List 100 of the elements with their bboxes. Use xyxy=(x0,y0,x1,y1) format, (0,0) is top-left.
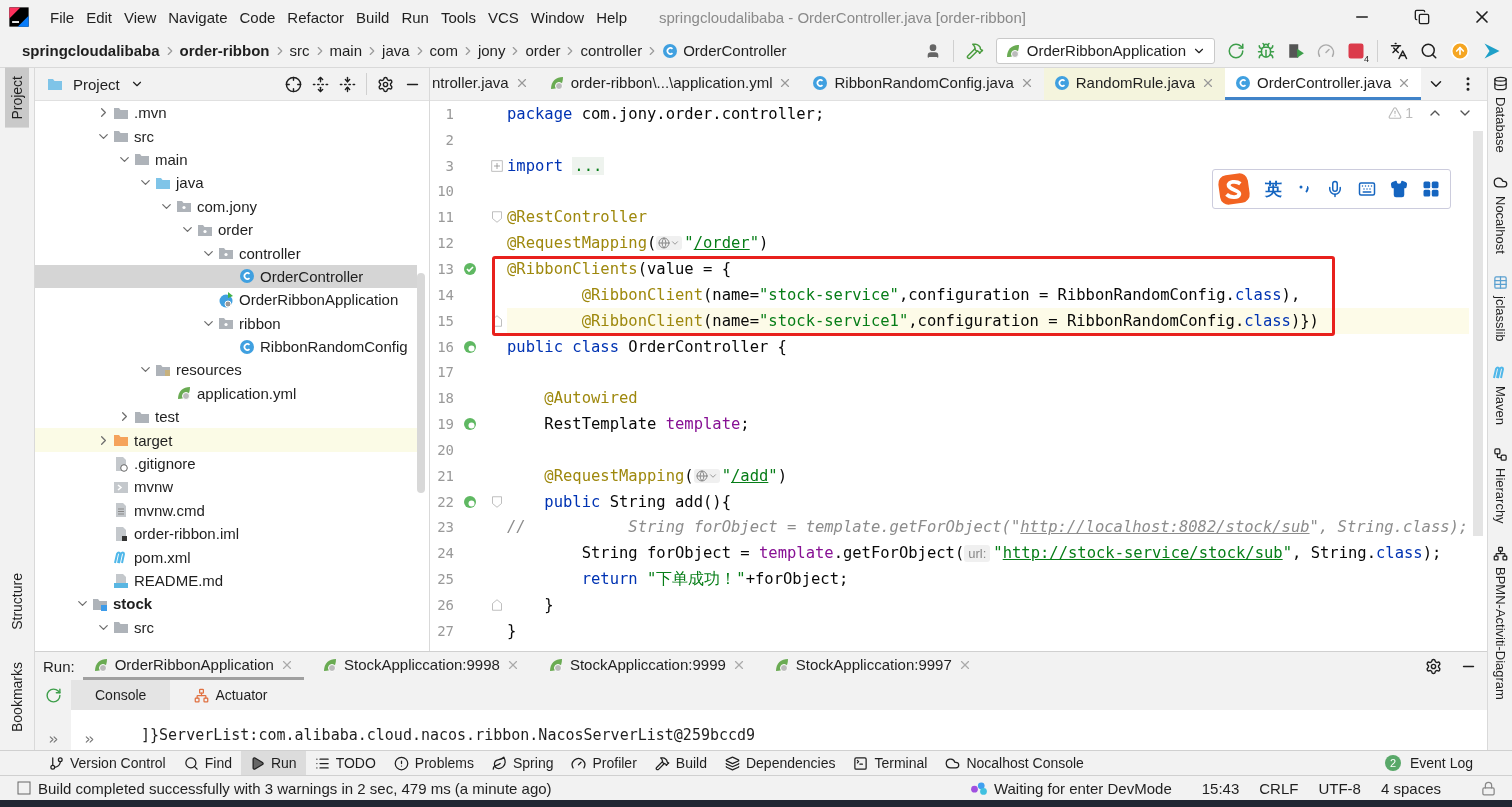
rerun-icon[interactable] xyxy=(44,686,62,704)
breadcrumb[interactable]: springcloudalibaba xyxy=(22,42,160,59)
tool-window-tab[interactable]: Nocalhost xyxy=(1492,170,1508,258)
tree-item[interactable]: controller xyxy=(35,241,417,265)
editor-tab[interactable]: RibbonRandomConfig.java xyxy=(802,68,1044,100)
tool-window-button[interactable]: Build xyxy=(645,751,716,775)
tree-item[interactable]: main xyxy=(35,147,417,172)
tool-window-button[interactable]: Event Log xyxy=(1400,751,1482,775)
tool-window-tab[interactable]: Bookmarks xyxy=(5,653,29,740)
restore-icon[interactable] xyxy=(1414,9,1430,25)
tool-window-tab[interactable]: Database xyxy=(1492,72,1508,157)
collapse-all-icon[interactable] xyxy=(339,75,356,93)
breadcrumb[interactable]: jony xyxy=(477,42,506,59)
tree-item[interactable]: ribbon xyxy=(35,311,417,335)
tree-item[interactable]: pom.xml xyxy=(35,545,417,569)
run-tab[interactable]: StockAppliccation:9999 xyxy=(537,652,756,680)
menu-item[interactable]: Tools xyxy=(434,8,482,26)
tool-window-button[interactable]: Spring xyxy=(483,751,563,775)
microphone-icon[interactable] xyxy=(1326,180,1344,198)
tree-item[interactable]: application.yml xyxy=(35,381,417,406)
tree-item[interactable]: src xyxy=(35,124,417,148)
settings-icon[interactable] xyxy=(377,75,394,93)
menu-item[interactable]: View xyxy=(118,8,163,26)
tool-window-tab[interactable]: Hierarchy xyxy=(1492,443,1508,528)
tool-window-tab[interactable]: BPMN-Activiti-Diagram xyxy=(1492,541,1508,704)
tool-window-button[interactable]: Run xyxy=(240,751,306,775)
tree-item[interactable]: stock xyxy=(35,592,417,616)
tool-window-button[interactable]: Terminal xyxy=(844,751,937,775)
editor-tab[interactable]: RandomRule.java xyxy=(1043,68,1225,100)
settings-icon[interactable] xyxy=(1425,657,1442,675)
tree-item[interactable]: com.jony xyxy=(35,194,417,218)
menu-item[interactable]: File xyxy=(44,8,81,26)
tool-window-button[interactable]: TODO xyxy=(305,751,385,775)
panel-title[interactable]: Project xyxy=(73,75,120,93)
tree-item[interactable]: java xyxy=(35,171,417,195)
tree-item[interactable]: mvnw.cmd xyxy=(35,498,417,523)
breadcrumb[interactable]: OrderController xyxy=(662,42,787,59)
tree-item[interactable]: order xyxy=(35,217,417,242)
tool-window-button[interactable]: Find xyxy=(174,751,241,775)
menu-item[interactable]: VCS xyxy=(481,8,525,26)
tool-window-button[interactable]: Problems xyxy=(384,751,483,775)
breadcrumb[interactable]: src xyxy=(289,42,310,59)
tree-item[interactable]: src xyxy=(35,615,417,639)
tree-item[interactable]: .gitignore xyxy=(35,451,417,476)
menu-item[interactable]: Window xyxy=(524,8,591,26)
tree-item[interactable]: target xyxy=(35,428,417,452)
scrollbar-thumb[interactable] xyxy=(1473,131,1483,536)
run-tab[interactable]: StockAppliccation:9998 xyxy=(311,652,530,680)
breadcrumb[interactable]: java xyxy=(382,42,410,59)
tool-window-button[interactable]: Dependencies xyxy=(715,751,845,775)
console-tab[interactable]: Console xyxy=(71,680,171,710)
breadcrumb[interactable]: com xyxy=(429,42,458,59)
run-tab[interactable]: StockAppliccation:9997 xyxy=(763,652,982,680)
lock-icon[interactable] xyxy=(1481,780,1496,796)
translate-icon[interactable] xyxy=(1390,41,1408,60)
expand-all-icon[interactable] xyxy=(312,75,329,93)
tool-window-tab[interactable]: Structure xyxy=(5,565,29,638)
tree-item[interactable]: RibbonRandomConfig xyxy=(35,334,417,359)
editor-tab[interactable]: ntroller.java xyxy=(430,68,539,100)
tool-window-tab[interactable]: Maven xyxy=(1492,360,1508,429)
editor-tab[interactable]: OrderController.java xyxy=(1225,68,1422,100)
debug-icon[interactable] xyxy=(1257,41,1275,60)
tool-window-button[interactable]: Version Control xyxy=(40,751,175,775)
tree-item[interactable]: order-ribbon.iml xyxy=(35,522,417,546)
status-item[interactable]: CRLF xyxy=(1259,779,1299,797)
tree-item[interactable]: mvnw xyxy=(35,475,417,499)
ime-mode[interactable]: 英 xyxy=(1265,177,1282,201)
menu-item[interactable]: Code xyxy=(233,8,282,26)
tool-window-tab[interactable]: Project xyxy=(5,68,29,128)
breadcrumb[interactable]: main xyxy=(329,42,363,59)
tree-item[interactable]: README.md xyxy=(35,568,417,593)
locate-icon[interactable] xyxy=(285,75,302,93)
status-item[interactable]: 15:43 xyxy=(1201,779,1240,797)
stop-icon[interactable] xyxy=(1347,41,1365,60)
tree-item[interactable]: OrderRibbonApplication xyxy=(35,288,417,312)
tree-item[interactable]: OrderController xyxy=(35,264,417,289)
menu-item[interactable]: Refactor xyxy=(281,8,351,26)
tree-item[interactable]: test xyxy=(35,405,417,429)
tool-window-tab[interactable]: jclasslib xyxy=(1492,271,1508,346)
breadcrumb[interactable]: order xyxy=(525,42,561,59)
keyboard-icon[interactable] xyxy=(1358,180,1376,198)
shirt-icon[interactable] xyxy=(1390,180,1408,198)
tree-item[interactable]: resources xyxy=(35,358,417,382)
hammer-icon[interactable] xyxy=(965,41,984,60)
status-item[interactable]: UTF-8 xyxy=(1318,779,1361,797)
search-icon[interactable] xyxy=(1420,41,1438,60)
status-item[interactable]: Waiting for enter DevMode xyxy=(993,779,1172,797)
tree-item[interactable]: .mvn xyxy=(35,101,417,125)
grid-icon[interactable] xyxy=(1422,180,1440,198)
status-item[interactable]: 4 spaces xyxy=(1380,779,1441,797)
rerun-icon[interactable] xyxy=(1227,41,1245,60)
menu-item[interactable]: Edit xyxy=(80,8,119,26)
scrollbar-thumb[interactable] xyxy=(417,273,425,493)
menu-item[interactable]: Navigate xyxy=(162,8,234,26)
menu-item[interactable]: Run xyxy=(395,8,435,26)
editor-tab[interactable]: order-ribbon\...\application.yml xyxy=(538,68,803,100)
breadcrumb[interactable]: order-ribbon xyxy=(179,42,270,59)
run-config-dropdown[interactable]: OrderRibbonApplication xyxy=(995,37,1215,64)
menu-item[interactable]: Build xyxy=(350,8,396,26)
menu-item[interactable]: Help xyxy=(590,8,634,26)
